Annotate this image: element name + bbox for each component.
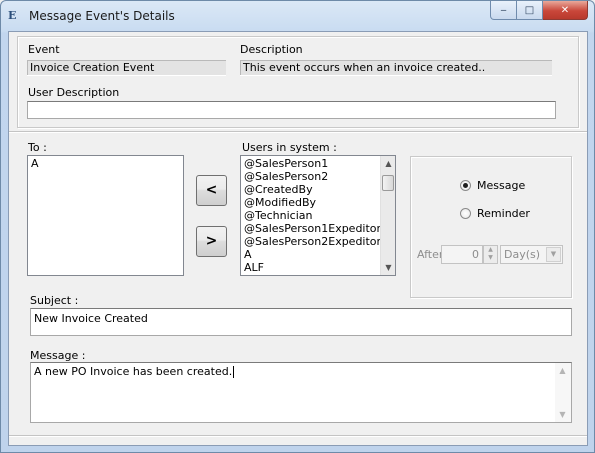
message-radio[interactable] xyxy=(460,180,471,191)
spin-up-icon[interactable]: ▲ xyxy=(484,246,497,254)
app-window-icon: 𝐄 xyxy=(8,9,17,22)
event-label: Event xyxy=(28,43,60,56)
message-event-details-window: 𝐄 Message Event's Details ‒ □ ✕ Event In… xyxy=(0,0,595,453)
after-value-field[interactable]: 0 xyxy=(441,245,483,264)
minimize-icon: ‒ xyxy=(500,4,507,16)
scroll-down-arrow-icon[interactable]: ▼ xyxy=(381,260,395,275)
spin-down-icon[interactable]: ▼ xyxy=(484,254,497,262)
user-list-item[interactable]: @ModifiedBy xyxy=(241,196,381,209)
message-label: Message : xyxy=(30,349,86,362)
message-scroll-up-icon[interactable]: ▲ xyxy=(555,363,570,378)
user-list-item[interactable]: ALF xyxy=(241,261,381,274)
dialog-client-area: Event Invoice Creation Event Description… xyxy=(8,31,588,446)
close-icon: ✕ xyxy=(560,4,570,16)
reminder-radio[interactable] xyxy=(460,208,471,219)
chevron-down-icon[interactable]: ▼ xyxy=(546,247,561,262)
user-list-item[interactable]: @SalesPerson1 xyxy=(241,157,381,170)
after-label: After xyxy=(417,248,444,261)
section-divider xyxy=(9,131,587,133)
user-list-item[interactable]: @SalesPerson2 xyxy=(241,170,381,183)
message-radio-option[interactable]: Message xyxy=(460,179,525,192)
to-listbox[interactable]: A xyxy=(27,155,184,276)
window-title: Message Event's Details xyxy=(29,9,175,23)
scroll-up-arrow-icon[interactable]: ▲ xyxy=(381,156,395,171)
bottom-divider xyxy=(9,435,587,437)
maximize-icon: □ xyxy=(524,4,535,16)
unit-select[interactable]: Day(s) ▼ xyxy=(500,245,563,264)
user-list-item[interactable]: @Technician xyxy=(241,209,381,222)
title-bar[interactable]: 𝐄 Message Event's Details ‒ □ ✕ xyxy=(1,1,594,31)
add-recipient-button[interactable]: < xyxy=(196,175,227,206)
minimize-button[interactable]: ‒ xyxy=(490,1,517,20)
reminder-radio-option[interactable]: Reminder xyxy=(460,207,530,220)
message-scrollbar[interactable]: ▲ ▼ xyxy=(555,363,571,422)
user-list-item[interactable]: @SalesPerson1Expeditor xyxy=(241,222,381,235)
after-spinner[interactable]: ▲ ▼ xyxy=(483,245,498,264)
description-label: Description xyxy=(240,43,303,56)
message-textarea[interactable]: A new PO Invoice has been created. ▲ ▼ xyxy=(30,362,572,423)
user-list-item[interactable]: @SalesPerson2Expeditor xyxy=(241,235,381,248)
user-description-label: User Description xyxy=(28,86,120,99)
maximize-button[interactable]: □ xyxy=(517,1,543,20)
remove-recipient-button[interactable]: > xyxy=(196,226,227,257)
unit-select-value: Day(s) xyxy=(504,248,541,261)
close-button[interactable]: ✕ xyxy=(543,1,588,20)
user-list-item[interactable]: A xyxy=(241,248,381,261)
description-value-field: This event occurs when an invoice create… xyxy=(240,60,552,76)
event-value-field: Invoice Creation Event xyxy=(27,60,226,76)
to-list-item[interactable]: A xyxy=(28,157,183,170)
message-scroll-down-icon[interactable]: ▼ xyxy=(555,407,570,422)
subject-label: Subject : xyxy=(30,294,79,307)
message-radio-label: Message xyxy=(477,179,526,192)
caption-buttons: ‒ □ ✕ xyxy=(490,1,588,21)
users-in-system-label: Users in system : xyxy=(242,141,337,154)
to-label: To : xyxy=(28,141,47,154)
users-list-scrollbar[interactable]: ▲ ▼ xyxy=(380,156,395,275)
user-list-item[interactable]: @CreatedBy xyxy=(241,183,381,196)
scroll-thumb[interactable] xyxy=(382,175,394,191)
text-cursor xyxy=(233,366,235,378)
user-description-input[interactable] xyxy=(27,101,556,119)
message-text: A new PO Invoice has been created. xyxy=(34,365,233,378)
subject-input[interactable]: New Invoice Created xyxy=(30,308,572,336)
notification-type-group xyxy=(410,156,572,298)
users-in-system-listbox[interactable]: @SalesPerson1 @SalesPerson2 @CreatedBy @Mod… xyxy=(240,155,396,276)
reminder-radio-label: Reminder xyxy=(477,207,530,220)
